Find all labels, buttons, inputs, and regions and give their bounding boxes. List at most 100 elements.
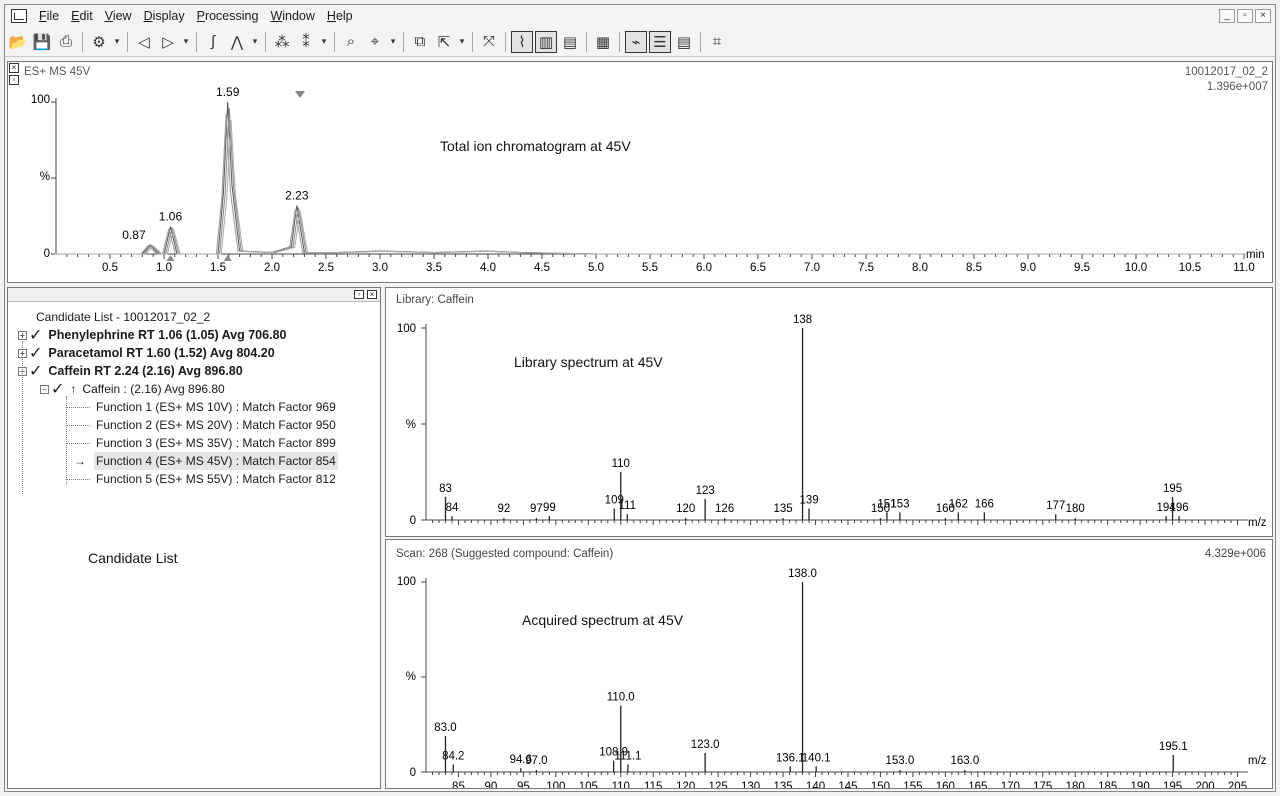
menu-view[interactable]: View [99, 9, 138, 23]
toolbar: 📂 💾 ⎙ ⚙ ▾ ◁ ▷ ▾ ∫ ⋀ ▾ ⁂ ⁑ ▾ ⌕ ⌖ ▾ ⧉ ⇱ ▾ … [5, 27, 1275, 57]
x-tick-label: 5.5 [642, 262, 658, 274]
zoom-fit-icon[interactable]: ⤧ [478, 31, 500, 53]
peak-label: 111.1 [614, 750, 641, 762]
peak-label: 97 [530, 503, 543, 515]
table-display-icon[interactable]: ▤ [673, 31, 695, 53]
x-tick-label: 4.5 [534, 262, 550, 274]
menu-help[interactable]: Help [321, 9, 359, 23]
y-label-0: 0 [44, 248, 50, 260]
x-tick-label: 95 [517, 781, 530, 788]
toolbar-separator [472, 31, 473, 52]
function-item-5[interactable]: Function 5 (ES+ MS 55V) : Match Factor 8… [96, 470, 336, 488]
pane-close-icon[interactable]: × [367, 290, 377, 299]
function-item-4[interactable]: Function 4 (ES+ MS 45V) : Match Factor 8… [94, 452, 338, 470]
subtract-icon[interactable]: ⁑ [295, 31, 317, 53]
export-icon[interactable]: ⇱ [433, 31, 455, 53]
x-tick-label: 4.0 [480, 262, 496, 274]
x-tick-label: 150 [871, 781, 890, 788]
x-tick-label: 105 [579, 781, 598, 788]
candidate-item-caffein[interactable]: − ✓ Caffein RT 2.24 (2.16) Avg 896.80 [18, 362, 243, 380]
open-folder-icon[interactable]: 📂 [7, 31, 29, 53]
peak-label: 120 [676, 503, 695, 515]
peak-label: 139 [799, 494, 818, 506]
peak-dropdown-icon[interactable]: ▾ [250, 36, 260, 47]
menu-processing[interactable]: Processing [191, 9, 265, 23]
spectrum-view-icon[interactable]: ▥ [535, 30, 557, 53]
scan-spectrum-plot[interactable]: 100 % 0 m/z 85 90 95 100 105 110 115 120 125 130 1… [386, 540, 1272, 788]
menu-display[interactable]: Display [138, 9, 191, 23]
x-tick-label: 180 [1066, 781, 1085, 788]
candidate-list-pane[interactable]: ▫ × Candidate List - 10012017_02_2 + ✓ Phe… [7, 287, 381, 789]
combine-icon[interactable]: ⁂ [271, 31, 293, 53]
scroll-dropdown-icon[interactable]: ▾ [181, 36, 191, 47]
chromatogram-pane[interactable]: × ▫ ES+ MS 45V 10012017_02_2 1.396e+007 … [7, 61, 1273, 283]
y-label-0: 0 [410, 515, 416, 527]
tree-connector [66, 443, 90, 444]
restore-button[interactable]: ▫ [1237, 9, 1253, 23]
scan-spectrum-pane[interactable]: Scan: 268 (Suggested compound: Caffein) … [385, 539, 1273, 789]
checkmark-icon: ✓ [51, 380, 65, 398]
app-icon[interactable] [11, 9, 27, 23]
integrate-icon[interactable]: ∫ [202, 31, 224, 53]
export-dropdown-icon[interactable]: ▾ [457, 36, 467, 47]
candidate-item-phenylephrine[interactable]: + ✓ Phenylephrine RT 1.06 (1.05) Avg 706.8… [18, 326, 286, 344]
menu-window[interactable]: Window [264, 9, 320, 23]
library-spectrum-pane[interactable]: Library: Caffein Library spectrum at 45V… [385, 287, 1273, 537]
scroll-right-icon[interactable]: ▷ [157, 31, 179, 53]
scroll-left-icon[interactable]: ◁ [133, 31, 155, 53]
candidate-subitem-caffein[interactable]: − ✓ ↑ Caffein : (2.16) Avg 896.80 [40, 380, 225, 398]
y-label-100: 100 [31, 94, 50, 106]
print-icon[interactable]: ⎙ [55, 31, 77, 53]
list-display-icon[interactable]: ☰ [649, 30, 671, 53]
collapse-icon[interactable]: − [40, 385, 49, 395]
window-controls: _ ▫ × [1219, 9, 1271, 23]
chromatogram-view-icon[interactable]: ⌇ [511, 30, 533, 53]
menu-file[interactable]: File [33, 9, 65, 23]
peak-label: 84.2 [442, 750, 464, 762]
function-item-3[interactable]: Function 3 (ES+ MS 35V) : Match Factor 8… [96, 434, 336, 452]
x-tick-label: 6.0 [696, 262, 712, 274]
peak-label: 0.87 [122, 228, 146, 242]
pane-restore-icon[interactable]: ▫ [354, 290, 364, 299]
map-view-icon[interactable]: ▤ [559, 31, 581, 53]
library-search-icon[interactable]: ⌕ [340, 31, 362, 53]
x-unit-label: min [1246, 249, 1265, 261]
menu-edit[interactable]: Edit [65, 9, 99, 23]
close-button[interactable]: × [1255, 9, 1271, 23]
properties-icon[interactable]: ⌗ [706, 31, 728, 53]
combine-dropdown-icon[interactable]: ▾ [319, 36, 329, 47]
save-icon[interactable]: 💾 [31, 31, 53, 53]
x-tick-label: 145 [838, 781, 857, 788]
tic-display-icon[interactable]: ⌁ [625, 30, 647, 53]
function-item-2[interactable]: Function 2 (ES+ MS 20V) : Match Factor 9… [96, 416, 336, 434]
candidate-annotation: Candidate List [88, 550, 178, 566]
y-label-percent: % [40, 171, 50, 183]
library-spectrum-plot[interactable]: 100 % 0 m/z 8384 92 97 99109110111 120123126… [386, 288, 1272, 536]
x-tick-label: 110 [612, 781, 630, 788]
x-tick-label: 195 [1163, 781, 1182, 788]
spectrum-search-icon[interactable]: ⌖ [364, 31, 386, 53]
search-dropdown-icon[interactable]: ▾ [388, 36, 398, 47]
peak-label: 83.0 [434, 722, 456, 734]
y-label-100: 100 [397, 576, 416, 588]
x-tick-label: 0.5 [102, 262, 118, 274]
candidate-item-paracetamol[interactable]: + ✓ Paracetamol RT 1.60 (1.52) Avg 804.20 [18, 344, 275, 362]
x-tick-label: 5.0 [588, 262, 604, 274]
toolbar-separator [586, 31, 587, 52]
report-icon[interactable]: ▦ [592, 31, 614, 53]
marker-triangle-icon[interactable] [295, 91, 305, 98]
tree-connector [66, 425, 90, 426]
palette-dropdown-icon[interactable]: ▾ [112, 36, 122, 47]
x-tick-label: 90 [485, 781, 498, 788]
toolbar-separator [334, 31, 335, 52]
toolbar-separator [403, 31, 404, 52]
minimize-button[interactable]: _ [1219, 9, 1235, 23]
function-item-1[interactable]: Function 1 (ES+ MS 10V) : Match Factor 9… [96, 398, 336, 416]
chromatogram-plot[interactable]: 100 % 0 min 0.5 1.0 1.5 2.0 2.5 3.0 3.5 4.0 4.5 5… [8, 62, 1272, 282]
x-tick-label: 115 [644, 781, 662, 788]
peak-label: 84 [446, 502, 459, 514]
copy-icon[interactable]: ⧉ [409, 31, 431, 53]
x-tick-label: 7.5 [858, 262, 874, 274]
palette-icon[interactable]: ⚙ [88, 31, 110, 53]
peak-detect-icon[interactable]: ⋀ [226, 31, 248, 53]
